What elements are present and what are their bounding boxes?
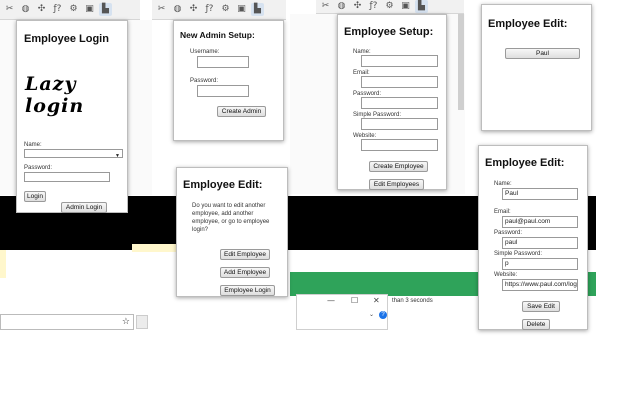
screen-icon[interactable]: ▣ [399,0,412,13]
popup-title: Employee Edit: [183,179,263,191]
website-input[interactable]: https://www.paul.com/login [502,279,578,291]
address-bar[interactable]: ☆ [0,314,134,330]
email-label: Email: [494,209,511,215]
highlight-strip [132,244,178,252]
gear-icon[interactable]: ⚙ [67,3,80,16]
edit-employees-button[interactable]: Edit Employees [369,179,424,190]
logo-line: Lazy [25,73,77,95]
extension-icon[interactable]: ▙ [99,3,112,16]
simple-password-label: Simple Password: [494,251,543,257]
website-input[interactable] [361,139,438,151]
edit-prompt-text: Do you want to edit another employee, ad… [192,202,269,234]
delete-button[interactable]: Delete [522,319,550,330]
lazy-login-logo: Lazy login [25,73,84,117]
browser-toolbar-3: ✂ ◍ ✣ ƒ? ⚙ ▣ ▙ [316,0,464,14]
close-icon[interactable]: ✕ [373,296,380,305]
minimize-icon[interactable]: — [327,296,335,305]
password-input[interactable] [197,85,249,97]
admin-setup-popup: New Admin Setup: Username: Password: Cre… [173,20,284,141]
create-employee-button[interactable]: Create Employee [369,161,428,172]
popup-title: Employee Setup: [344,26,434,38]
password-label: Password: [494,230,523,236]
create-admin-button[interactable]: Create Admin [217,106,266,117]
employee-list-popup: Employee Edit: Paul [481,4,592,131]
prompt-line: Do you want to edit another [192,203,266,209]
logo-line: login [25,95,85,117]
prompt-line: login? [192,227,209,233]
screen-icon[interactable]: ▣ [83,3,96,16]
simple-password-input[interactable] [361,118,438,130]
star-icon[interactable]: ☆ [122,317,130,327]
dropdown-arrow-icon: ▼ [115,153,120,158]
admin-login-button[interactable]: Admin Login [61,202,107,213]
username-label: Username: [190,49,220,55]
employee-setup-popup: Employee Setup: Name: Email: Password: S… [337,14,447,190]
popup-title: New Admin Setup: [180,30,255,40]
circle-icon[interactable]: ◍ [19,3,32,16]
gear-icon[interactable]: ⚙ [219,3,232,16]
password-label: Password: [190,78,219,84]
employee-paul-button[interactable]: Paul [505,48,580,59]
extension-icon[interactable]: ▙ [251,3,264,16]
prompt-line: employee, add another [192,211,254,217]
background-window: — ☐ ✕ ⌄ ? [296,294,388,330]
add-employee-button[interactable]: Add Employee [220,267,270,278]
crop-icon[interactable]: ✂ [3,3,16,16]
name-input[interactable]: Paul [502,188,578,200]
popup-title: Employee Edit: [485,157,565,169]
username-input[interactable] [197,56,249,68]
popup-title: Employee Login [24,33,109,45]
puzzle-icon[interactable]: ✣ [35,3,48,16]
formula-icon[interactable]: ƒ? [203,3,216,16]
circle-icon[interactable]: ◍ [335,0,348,13]
login-button[interactable]: Login [24,191,46,202]
email-input[interactable]: paul@paul.com [502,216,578,228]
save-edit-button[interactable]: Save Edit [522,301,560,312]
formula-icon[interactable]: ƒ? [367,0,380,13]
circle-icon[interactable]: ◍ [171,3,184,16]
name-label: Name: [494,181,512,187]
scrollbar[interactable] [458,14,464,110]
employee-login-button[interactable]: Employee Login [220,285,275,296]
screen-icon[interactable]: ▣ [235,3,248,16]
puzzle-icon[interactable]: ✣ [351,0,364,13]
maximize-icon[interactable]: ☐ [351,296,358,305]
crop-icon[interactable]: ✂ [319,0,332,13]
crop-icon[interactable]: ✂ [155,3,168,16]
dark-banner [286,196,478,250]
green-banner [290,272,478,296]
chevron-down-icon[interactable]: ⌄ [369,311,374,318]
simple-password-input[interactable]: p [502,258,578,270]
employee-edit-form-popup: Employee Edit: Name: Paul Email: paul@pa… [478,145,588,330]
employee-edit-prompt-popup: Employee Edit: Do you want to edit anoth… [176,167,288,297]
name-select[interactable]: ▼ [24,149,123,158]
gear-icon[interactable]: ⚙ [383,0,396,13]
name-label: Name: [24,142,42,148]
password-input[interactable] [361,97,438,109]
formula-icon[interactable]: ƒ? [51,3,64,16]
browser-toolbar-1: ✂ ◍ ✣ ƒ? ⚙ ▣ ▙ [0,0,140,20]
extension-icon[interactable]: ▙ [415,0,428,13]
dark-banner [588,196,596,250]
edit-employee-button[interactable]: Edit Employee [220,249,270,260]
puzzle-icon[interactable]: ✣ [187,3,200,16]
green-banner [588,272,596,296]
prompt-line: employee, or go to employee [192,219,270,225]
snippet-text: than 3 seconds [392,298,433,304]
help-icon[interactable]: ? [379,311,387,319]
website-label: Website: [494,272,518,278]
email-input[interactable] [361,76,438,88]
password-label: Password: [24,165,53,171]
highlight-strip [0,250,6,278]
browser-toolbar-2: ✂ ◍ ✣ ƒ? ⚙ ▣ ▙ [152,0,286,20]
password-input[interactable]: paul [502,237,578,249]
toolbar-placeholder [136,315,148,329]
employee-login-popup: Employee Login Lazy login Name: ▼ Passwo… [16,20,128,213]
password-input[interactable] [24,172,110,182]
name-input[interactable] [361,55,438,67]
popup-title: Employee Edit: [488,18,568,30]
